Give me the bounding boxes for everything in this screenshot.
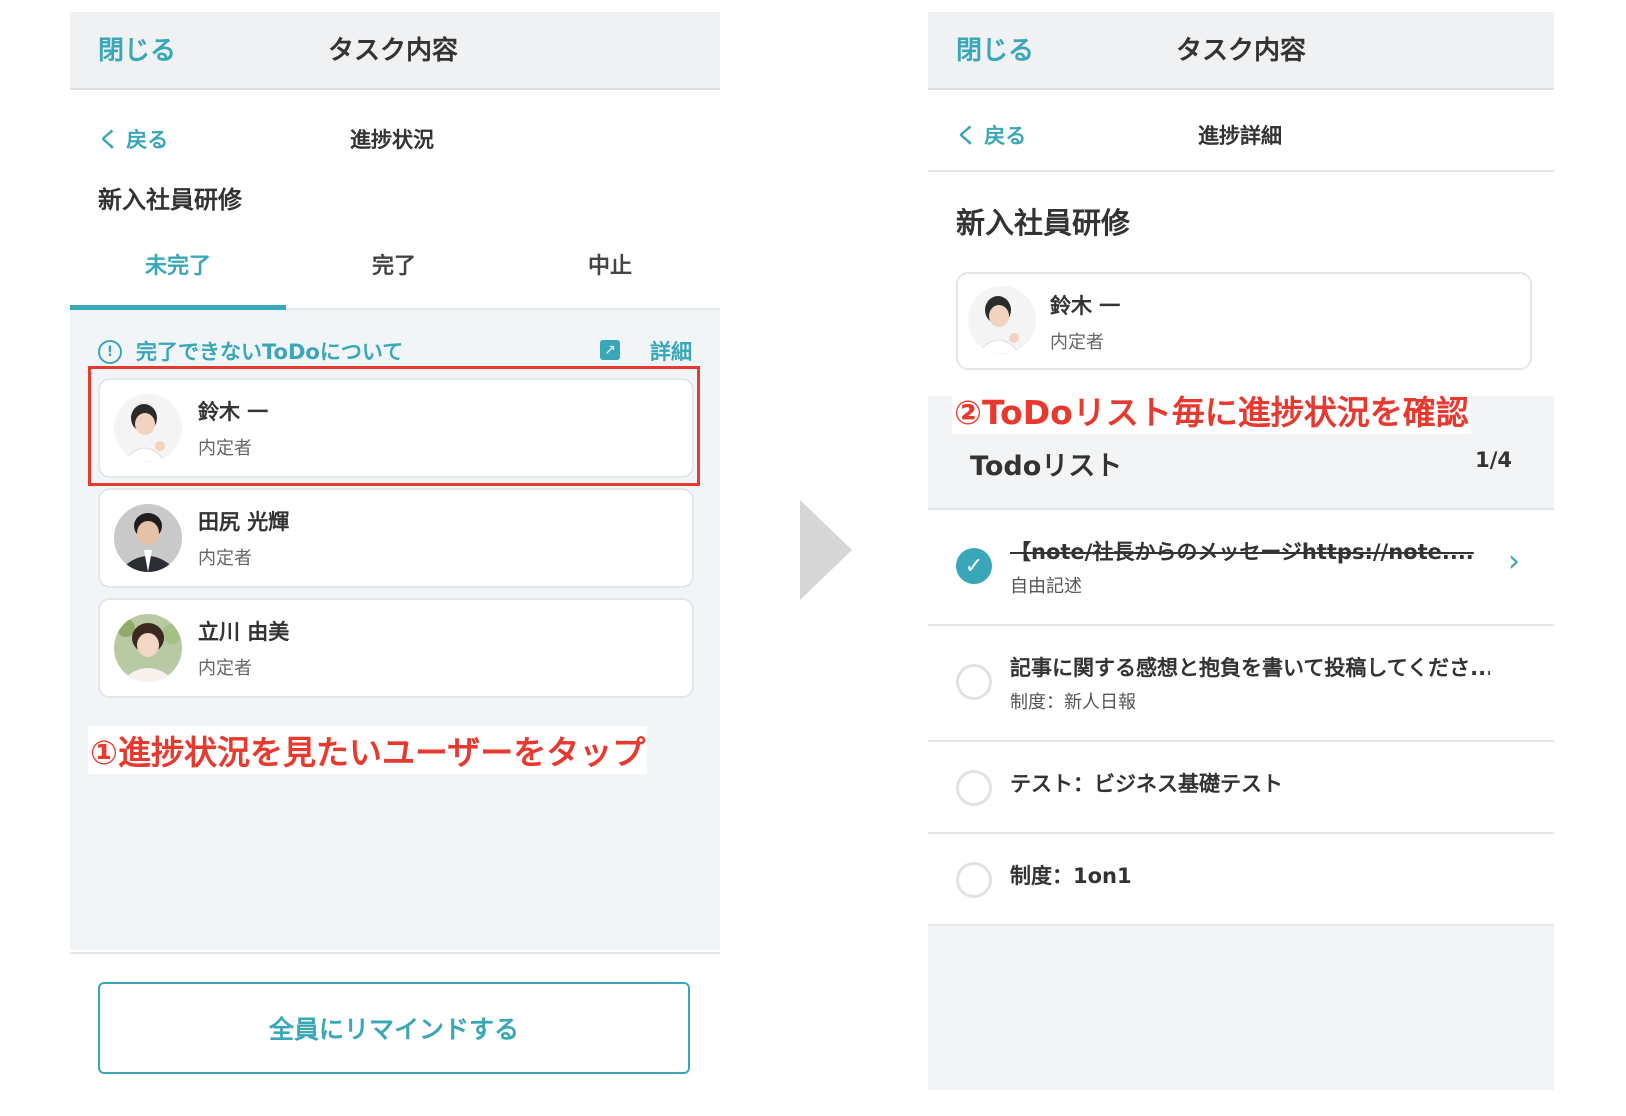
info-link[interactable]: 完了できないToDoについて — [136, 336, 403, 366]
todo-item[interactable]: テスト：ビジネス基礎テスト — [928, 742, 1554, 834]
sub-header: く 戻る 進捗状況 — [70, 90, 720, 170]
highlight-box — [88, 366, 700, 486]
top-bar: 閉じる タスク内容 — [70, 12, 720, 90]
user-name: 田尻 光輝 — [198, 510, 290, 534]
annotation-step-1: ①進捗状況を見たいユーザーをタップ — [88, 726, 648, 774]
info-icon: ! — [98, 340, 122, 364]
sub-header: く 戻る 進捗詳細 — [928, 90, 1554, 172]
user-name: 鈴木 一 — [1050, 294, 1121, 318]
top-title: タスク内容 — [1176, 36, 1307, 66]
user-name: 立川 由美 — [198, 620, 290, 644]
remind-all-button[interactable]: 全員にリマインドする — [98, 982, 690, 1074]
course-title: 新入社員研修 — [98, 186, 242, 214]
todo-title: テスト：ビジネス基礎テスト — [1010, 772, 1283, 796]
todo-item[interactable]: 記事に関する感想と抱負を書いて投稿してくださ... 制度：新人日報 — [928, 626, 1554, 742]
unchecked-circle-icon — [956, 770, 992, 806]
tab-cancelled[interactable]: 中止 — [502, 248, 718, 280]
todo-item[interactable]: ✓ 【note/社長からのメッセージhttps://note.... 自由記述 … — [928, 510, 1554, 626]
unchecked-circle-icon — [956, 664, 992, 700]
status-tabs: 未完了 完了 中止 — [70, 230, 720, 310]
avatar — [114, 614, 182, 682]
top-title: タスク内容 — [328, 36, 459, 66]
todo-list-title: Todoリスト — [970, 451, 1123, 482]
user-card[interactable]: 立川 由美 内定者 — [98, 598, 694, 698]
todo-title: 制度：1on1 — [1010, 864, 1132, 888]
detail-link[interactable]: 詳細 — [650, 336, 692, 366]
check-icon: ✓ — [956, 548, 992, 584]
close-button[interactable]: 閉じる — [956, 30, 1034, 67]
user-role: 内定者 — [198, 658, 252, 679]
progress-detail-screen: 閉じる タスク内容 く 戻る 進捗詳細 新入社員研修 鈴木 一 内定者 ②ToD… — [928, 12, 1554, 1090]
course-title: 新入社員研修 — [956, 206, 1131, 240]
todo-title: 記事に関する感想と抱負を書いて投稿してくださ... — [1010, 656, 1490, 680]
info-row: ! 完了できないToDoについて ↗ 詳細 — [98, 336, 692, 370]
todo-item[interactable]: 制度：1on1 — [928, 834, 1554, 926]
user-role: 内定者 — [198, 548, 252, 569]
user-role: 内定者 — [1050, 332, 1104, 353]
chevron-right-icon: › — [1508, 544, 1520, 579]
page-title: 進捗状況 — [350, 128, 434, 152]
back-button[interactable]: く 戻る — [98, 124, 168, 154]
detail-top-area: 閉じる タスク内容 く 戻る 進捗詳細 新入社員研修 鈴木 一 内定者 — [928, 12, 1554, 396]
avatar — [114, 504, 182, 572]
tab-incomplete[interactable]: 未完了 — [70, 248, 286, 280]
user-card[interactable]: 田尻 光輝 内定者 — [98, 488, 694, 588]
top-bar: 閉じる タスク内容 — [928, 12, 1554, 90]
todo-progress-count: 1/4 — [1475, 448, 1512, 472]
bottom-bar: 全員にリマインドする — [70, 952, 720, 1090]
todo-title: 【note/社長からのメッセージhttps://note.... — [1010, 540, 1474, 564]
todo-type: 自由記述 — [1010, 576, 1082, 597]
avatar — [968, 286, 1036, 354]
annotation-step-2: ②ToDoリスト毎に進捗状況を確認 — [952, 386, 1471, 434]
tab-complete[interactable]: 完了 — [286, 248, 502, 280]
unchecked-circle-icon — [956, 862, 992, 898]
todo-type: 制度：新人日報 — [1010, 692, 1136, 713]
external-link-icon: ↗ — [600, 340, 620, 360]
progress-list-screen: 閉じる タスク内容 く 戻る 進捗状況 新入社員研修 未完了 完了 中止 ! 完… — [70, 12, 720, 1090]
back-button[interactable]: く 戻る — [956, 120, 1026, 150]
page-title: 進捗詳細 — [1198, 124, 1282, 148]
profile-card: 鈴木 一 内定者 — [956, 272, 1532, 370]
arrow-right-icon — [800, 500, 852, 600]
close-button[interactable]: 閉じる — [98, 30, 176, 67]
